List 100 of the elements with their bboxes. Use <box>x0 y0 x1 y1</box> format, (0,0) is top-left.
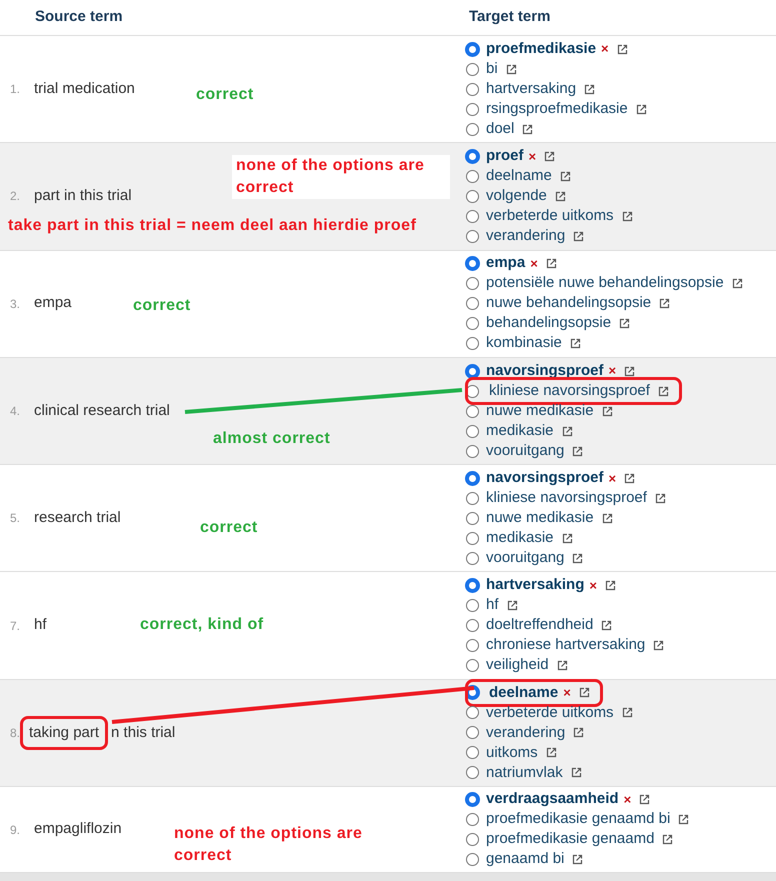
external-link-icon[interactable] <box>622 210 633 222</box>
radio-button[interactable] <box>466 150 479 163</box>
external-link-icon[interactable] <box>654 492 666 504</box>
radio-button[interactable] <box>466 512 479 525</box>
remove-icon[interactable]: × <box>530 254 538 274</box>
external-link-icon[interactable] <box>506 64 517 75</box>
option-label[interactable]: bi <box>486 58 498 80</box>
option-label[interactable]: navorsingsproef <box>486 467 604 490</box>
external-link-icon[interactable] <box>622 707 633 718</box>
option-label[interactable]: verdraagsaamheid <box>486 788 619 811</box>
external-link-icon[interactable] <box>544 150 556 162</box>
radio-button[interactable] <box>466 766 479 780</box>
option-label[interactable]: verbeterde uitkoms <box>486 702 614 724</box>
radio-button[interactable] <box>466 122 479 136</box>
radio-button[interactable] <box>466 102 479 116</box>
radio-button[interactable] <box>466 853 479 866</box>
radio-button[interactable] <box>466 746 479 760</box>
option-label[interactable]: potensiële nuwe behandelingsopsie <box>486 272 724 295</box>
external-link-icon[interactable] <box>554 190 566 202</box>
option-label[interactable]: volgende <box>486 185 547 208</box>
external-link-icon[interactable] <box>546 258 557 270</box>
external-link-icon[interactable] <box>624 472 636 484</box>
option-label[interactable]: hartversaking <box>486 78 576 100</box>
external-link-icon[interactable] <box>570 767 582 778</box>
remove-icon[interactable]: × <box>608 468 616 488</box>
option-label[interactable]: navorsingsproef <box>486 360 604 382</box>
radio-button[interactable] <box>466 364 479 378</box>
radio-button[interactable] <box>466 552 479 565</box>
external-link-icon[interactable] <box>570 338 581 350</box>
radio-button[interactable] <box>466 492 479 505</box>
radio-button[interactable] <box>466 444 479 458</box>
external-link-icon[interactable] <box>616 44 628 55</box>
external-link-icon[interactable] <box>522 124 534 135</box>
option-label[interactable]: genaamd bi <box>486 848 564 871</box>
radio-button[interactable] <box>466 257 479 270</box>
external-link-icon[interactable] <box>658 386 669 397</box>
radio-button[interactable] <box>466 706 479 720</box>
external-link-icon[interactable] <box>572 854 584 866</box>
radio-button[interactable] <box>466 297 479 310</box>
option-label[interactable]: vooruitgang <box>486 547 564 570</box>
radio-button[interactable] <box>466 210 479 223</box>
radio-button[interactable] <box>466 579 479 592</box>
option-label[interactable]: hf <box>486 594 499 617</box>
external-link-icon[interactable] <box>678 814 690 826</box>
option-label[interactable]: medikasie <box>486 527 554 550</box>
option-label[interactable]: chroniese hartversaking <box>486 634 646 657</box>
option-label[interactable]: verbeterde uitkoms <box>486 205 614 228</box>
remove-icon[interactable]: × <box>528 146 536 166</box>
radio-button[interactable] <box>466 42 479 56</box>
option-label[interactable]: behandelingsopsie <box>486 312 612 335</box>
option-label[interactable]: nuwe behandelingsopsie <box>486 292 652 315</box>
radio-button[interactable] <box>466 639 479 652</box>
option-label[interactable]: uitkoms <box>486 742 538 764</box>
external-link-icon[interactable] <box>572 446 584 457</box>
external-link-icon[interactable] <box>732 278 743 290</box>
external-link-icon[interactable] <box>619 318 630 330</box>
option-label[interactable]: veiligheid <box>486 654 549 677</box>
radio-button[interactable] <box>466 170 479 183</box>
remove-icon[interactable]: × <box>601 39 609 59</box>
radio-button[interactable] <box>466 277 479 290</box>
radio-button[interactable] <box>466 317 479 330</box>
external-link-icon[interactable] <box>572 552 584 564</box>
radio-button[interactable] <box>466 404 479 418</box>
external-link-icon[interactable] <box>602 406 613 417</box>
external-link-icon[interactable] <box>560 170 571 182</box>
external-link-icon[interactable] <box>653 640 664 652</box>
option-label[interactable]: deelname <box>486 165 552 188</box>
radio-button[interactable] <box>466 599 479 612</box>
external-link-icon[interactable] <box>601 620 612 632</box>
radio-button[interactable] <box>466 833 479 846</box>
option-label[interactable]: doel <box>486 118 514 140</box>
radio-button[interactable] <box>466 813 479 826</box>
radio-button[interactable] <box>466 62 479 76</box>
radio-button[interactable] <box>466 793 479 806</box>
remove-icon[interactable]: × <box>589 576 597 596</box>
option-label[interactable]: kombinasie <box>486 332 562 355</box>
option-label[interactable]: rsingsproefmedikasie <box>486 98 628 120</box>
option-label[interactable]: proefmedikasie genaamd bi <box>486 808 670 831</box>
remove-icon[interactable]: × <box>563 683 571 703</box>
external-link-icon[interactable] <box>662 834 674 846</box>
radio-button[interactable] <box>466 230 479 243</box>
external-link-icon[interactable] <box>573 727 584 738</box>
option-label[interactable]: empa <box>486 252 526 275</box>
option-label[interactable]: proefmedikasie genaamd <box>486 828 654 851</box>
option-label[interactable]: nuwe medikasie <box>486 507 594 530</box>
remove-icon[interactable]: × <box>624 790 632 810</box>
external-link-icon[interactable] <box>659 298 670 310</box>
option-label[interactable]: hartversaking <box>486 574 584 597</box>
external-link-icon[interactable] <box>546 747 557 758</box>
option-label[interactable]: doeltreffendheid <box>486 614 594 637</box>
radio-button[interactable] <box>466 190 479 203</box>
option-label[interactable]: medikasie <box>486 420 554 442</box>
external-link-icon[interactable] <box>604 580 616 592</box>
external-link-icon[interactable] <box>506 600 518 612</box>
external-link-icon[interactable] <box>562 532 573 544</box>
option-label[interactable]: natriumvlak <box>486 762 563 784</box>
external-link-icon[interactable] <box>639 794 650 806</box>
radio-button[interactable] <box>466 619 479 632</box>
option-label[interactable]: verandering <box>486 722 566 744</box>
option-label[interactable]: vooruitgang <box>486 440 564 462</box>
